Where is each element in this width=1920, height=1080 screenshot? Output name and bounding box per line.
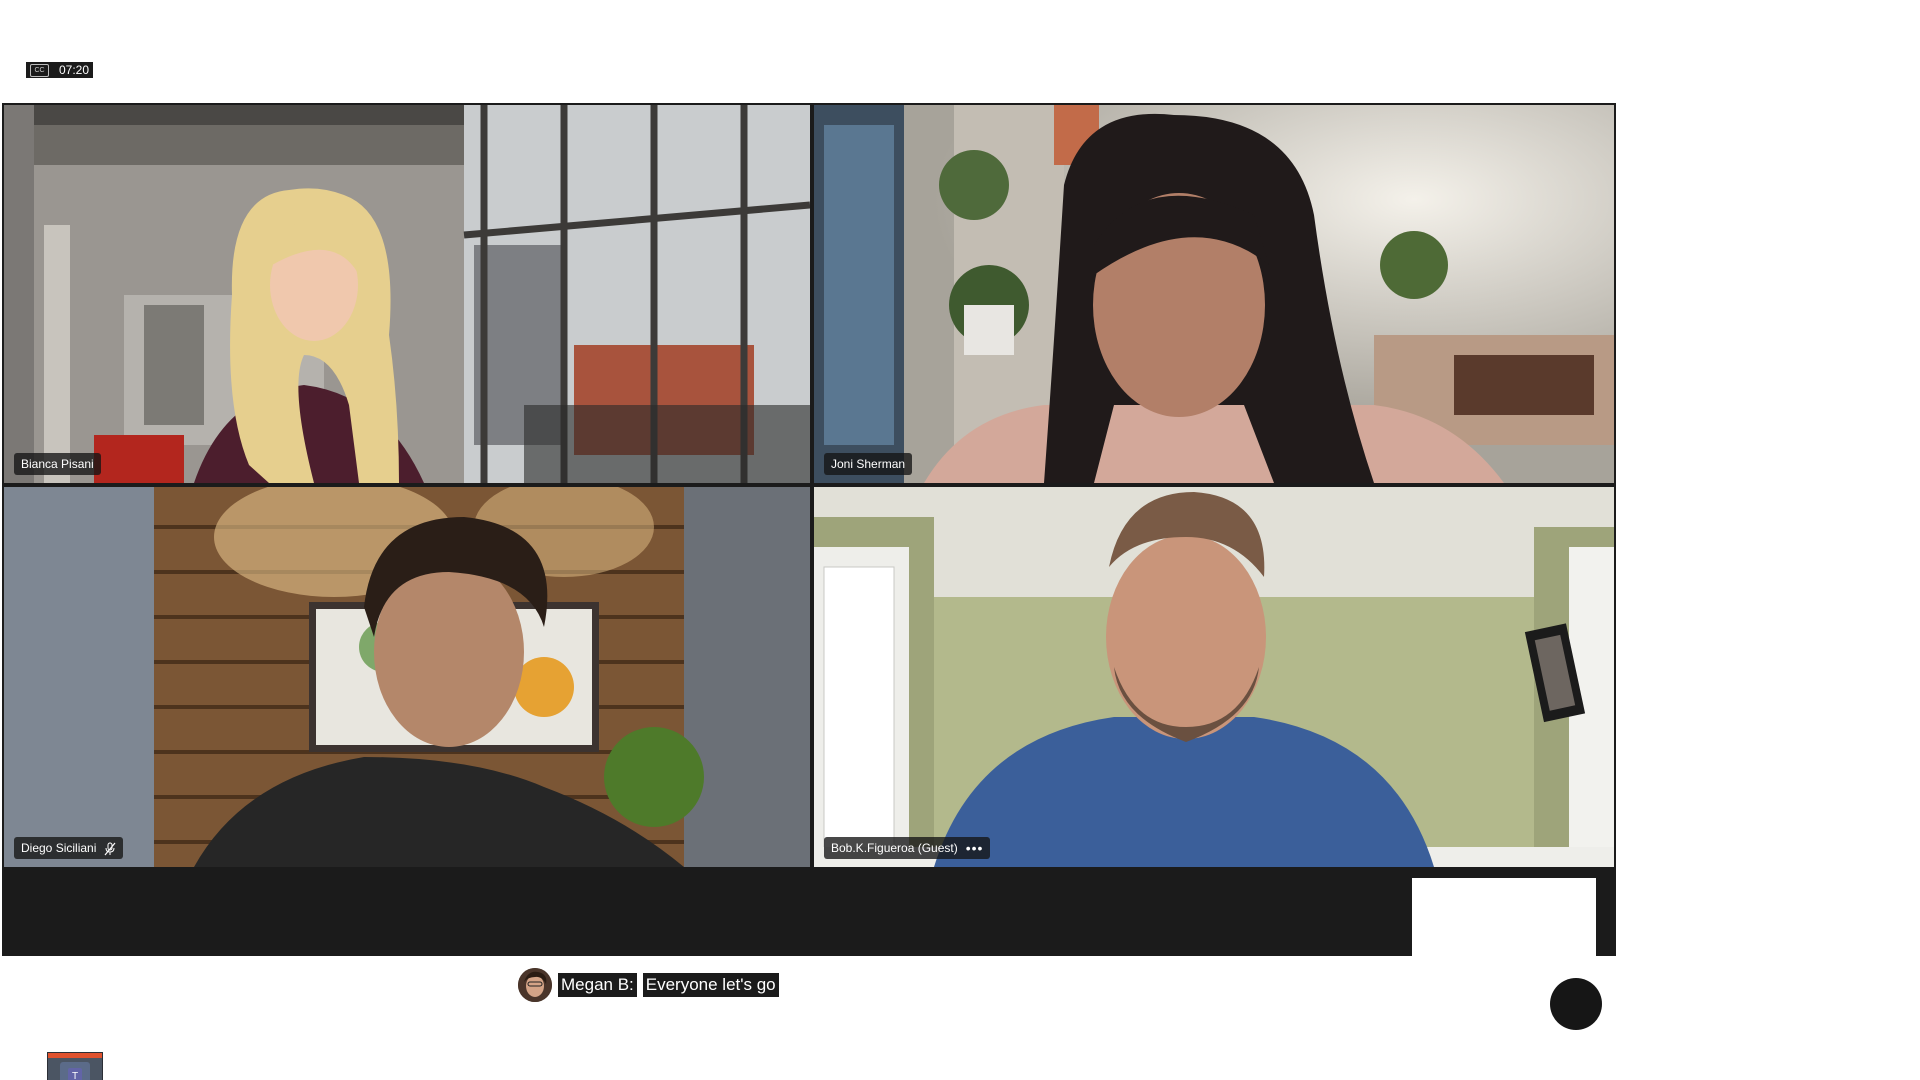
closed-captions-icon[interactable]: CC xyxy=(30,63,49,77)
caption-speaker: Megan B: xyxy=(558,973,637,997)
participant-name-tag: Joni Sherman xyxy=(824,453,913,475)
participant-name: Joni Sherman xyxy=(831,457,906,471)
svg-text:T: T xyxy=(72,1071,78,1080)
participant-video xyxy=(4,105,810,483)
meeting-timer-bar: CC 07:20 xyxy=(26,62,94,78)
participant-name: Diego Siciliani xyxy=(21,841,97,855)
participant-video xyxy=(814,487,1614,867)
participant-name-tag: Bianca Pisani xyxy=(14,453,101,475)
participant-name-tag: Diego Siciliani xyxy=(14,837,124,859)
more-options-icon[interactable]: ••• xyxy=(966,837,984,859)
participant-name: Bianca Pisani xyxy=(21,457,94,471)
self-view-preview[interactable] xyxy=(1412,878,1596,956)
live-caption: Megan B: Everyone let's go xyxy=(518,965,779,1005)
teams-app-icon[interactable]: T xyxy=(47,1052,103,1080)
recording-indicator xyxy=(1550,978,1602,1030)
meeting-elapsed-time: 07:20 xyxy=(59,63,90,77)
participant-tile-bob-figueroa[interactable]: Bob.K.Figueroa (Guest) ••• xyxy=(814,487,1614,867)
participant-name: Bob.K.Figueroa (Guest) xyxy=(831,841,958,855)
participant-name-tag: Bob.K.Figueroa (Guest) ••• xyxy=(824,837,991,859)
teams-meeting-window: CC 07:20 Bianca Pisani Joni Sherman Dieg… xyxy=(0,0,1920,1080)
participant-tile-joni-sherman[interactable]: Joni Sherman xyxy=(814,105,1614,483)
participant-video xyxy=(814,105,1614,483)
participant-video xyxy=(4,487,810,867)
video-stage: Bianca Pisani Joni Sherman Diego Sicilia… xyxy=(2,103,1616,956)
speaker-avatar xyxy=(518,968,552,1002)
mic-off-icon xyxy=(104,841,116,856)
participant-tile-bianca-pisani[interactable]: Bianca Pisani xyxy=(4,105,810,483)
participant-tile-diego-siciliani[interactable]: Diego Siciliani xyxy=(4,487,810,867)
caption-text: Everyone let's go xyxy=(642,973,779,997)
